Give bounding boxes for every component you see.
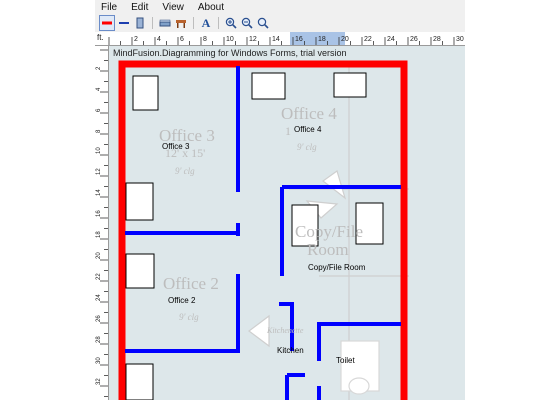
ruler-label: 4 [157,36,161,43]
door-tool-icon[interactable] [133,16,147,30]
ruler-label: 28 [96,336,102,343]
room-label-toilet[interactable]: Toilet [336,356,355,365]
sofa-tool-icon[interactable] [158,16,172,30]
horizontal-ruler[interactable]: ft. 2 4 6 8 10 12 14 16 18 20 22 24 26 28 30 [95,32,465,46]
bg-office4-ceiling: 9' clg [297,142,317,152]
ruler-label: 24 [96,294,102,301]
bg-office4-size: 1 [285,124,291,138]
ruler-label: 2 [96,66,102,70]
bg-copy-title-line1: Copy/File [295,222,364,241]
ruler-label: 6 [96,108,102,112]
ruler-label: 12 [249,36,257,43]
ruler-label: 4 [96,87,102,91]
ruler-label: 26 [410,36,418,43]
ruler-label: 28 [433,36,441,43]
ruler-label: 26 [96,315,102,322]
ruler-label: 30 [96,357,102,364]
toolbar-separator [152,17,153,29]
room-label-office3[interactable]: Office 3 [162,142,189,151]
menu-view[interactable]: View [162,2,184,13]
ruler-label: 14 [272,36,280,43]
vertical-ruler[interactable]: 2 4 6 8 10 12 14 16 18 20 22 24 26 28 30 32 [95,46,109,400]
toolbar-separator [218,17,219,29]
ruler-label: 20 [341,36,349,43]
zoom-in-icon[interactable] [224,16,238,30]
bg-office2-title: Office 2 [163,274,219,293]
bg-office2-ceiling: 9' clg [179,312,199,322]
room-label-office2[interactable]: Office 2 [168,296,195,305]
ruler-label: 16 [295,36,303,43]
zoom-reset-icon[interactable] [256,16,270,30]
ruler-label: 6 [180,36,184,43]
bg-office3-ceiling: 9' clg [175,166,195,176]
vertical-ruler-ticks: 2468101214161820222426283032 [96,49,108,397]
ruler-label: 2 [134,36,138,43]
bg-kitchenette-label: Kitchenette [267,326,304,335]
ruler-label: 10 [96,147,102,154]
horizontal-ruler-ticks: 2 4 6 8 10 12 14 16 18 20 22 24 26 28 30 [108,36,464,45]
ruler-label: 30 [456,36,464,43]
diagram-canvas[interactable]: Office 3 12' x 15' 9' clg Office 4 1 9' … [109,46,465,400]
room-label-office4[interactable]: Office 4 [294,125,321,134]
toolbar-separator [193,17,194,29]
ruler-label: 20 [96,252,102,259]
red-wall-tool-icon[interactable] [99,15,115,31]
ruler-label: 8 [203,36,207,43]
ruler-label: 14 [96,189,102,196]
blue-wall-tool-icon[interactable] [117,16,131,30]
ruler-label: 18 [96,231,102,238]
bg-copy-title-line2: Room [307,240,349,259]
menu-file[interactable]: File [101,2,117,13]
menu-about[interactable]: About [198,2,224,13]
toolbar: A [95,14,465,32]
room-label-kitchen[interactable]: Kitchen [277,346,304,355]
ruler-label: 8 [96,129,102,133]
ruler-label: 22 [364,36,372,43]
ruler-label: 18 [318,36,326,43]
ruler-label: 32 [96,378,102,385]
ruler-label: 10 [226,36,234,43]
ruler-label: 16 [96,210,102,217]
ruler-label: 22 [96,273,102,280]
table-tool-icon[interactable] [174,16,188,30]
text-tool-icon[interactable]: A [199,16,213,30]
room-label-copy-file-room[interactable]: Copy/File Room [308,263,365,272]
bg-office4-title: Office 4 [281,104,337,123]
trial-watermark: MindFusion.Diagramming for Windows Forms… [113,48,347,58]
ruler-label: 24 [387,36,395,43]
menu-bar: File Edit View About [95,0,465,14]
menu-edit[interactable]: Edit [131,2,148,13]
zoom-out-icon[interactable] [240,16,254,30]
ruler-label: 12 [96,168,102,175]
diagram-app-window: File Edit View About A ft. 2 4 6 8 10 12… [95,0,465,400]
